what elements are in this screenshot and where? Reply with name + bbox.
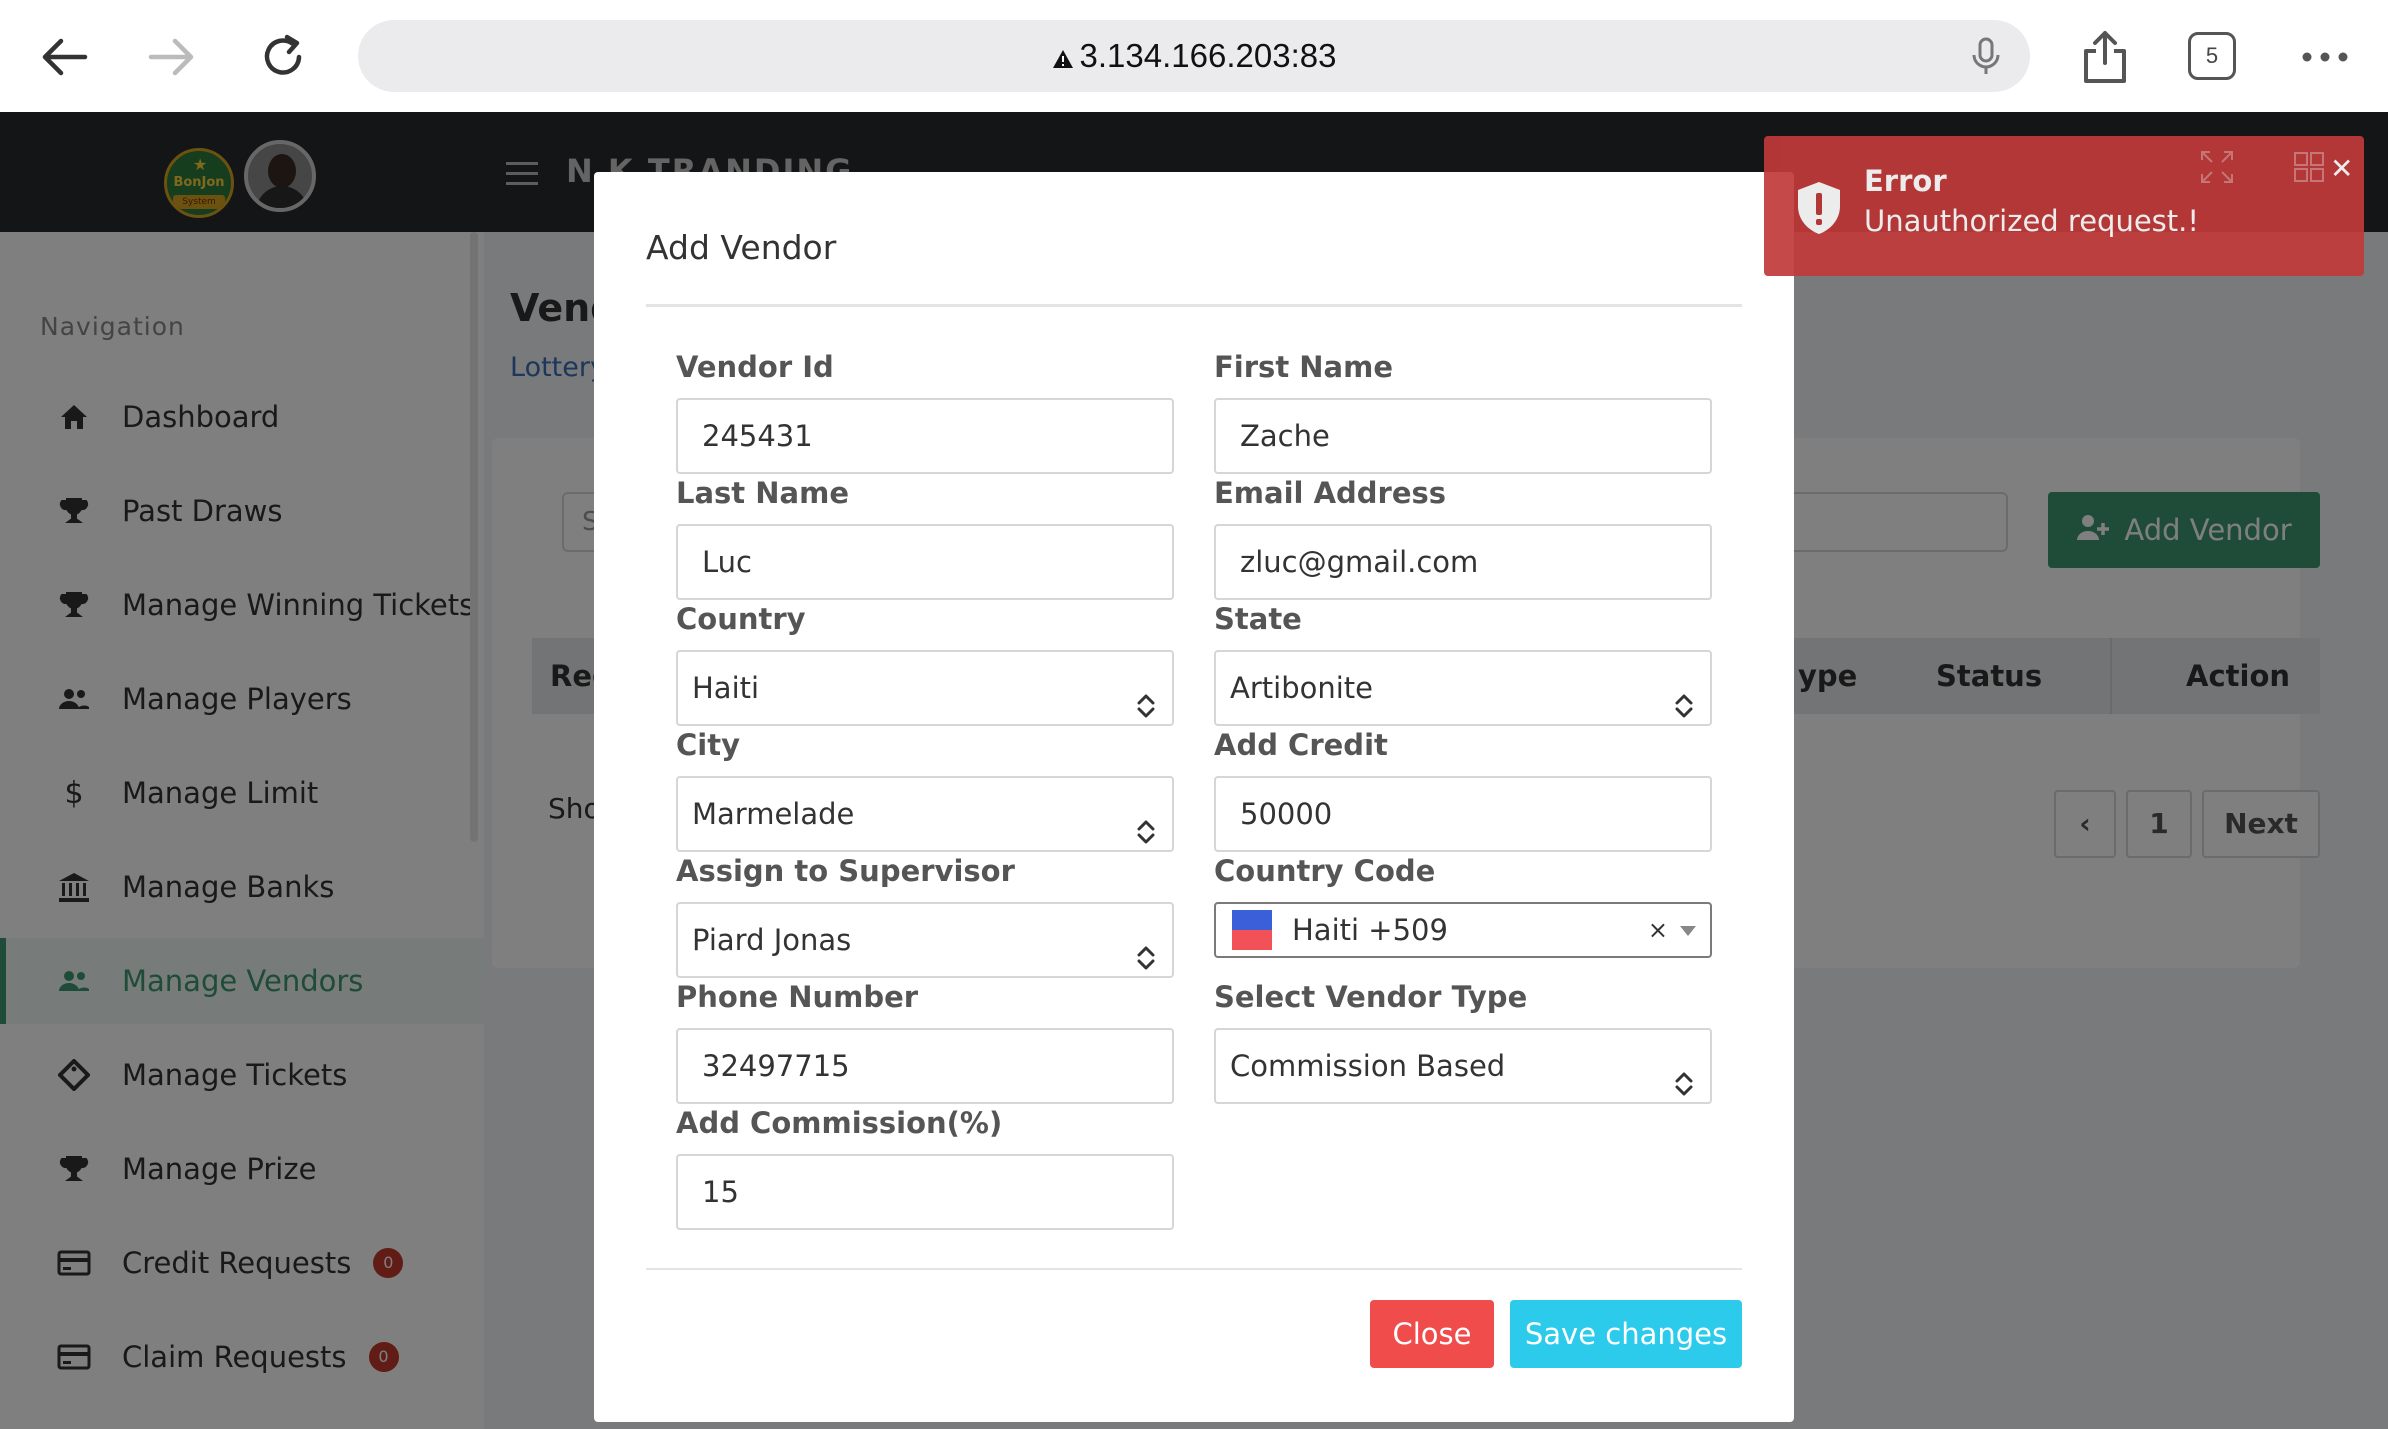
vendor-type-label: Select Vendor Type [1214,980,1528,1014]
country-label: Country [676,602,806,636]
email-input[interactable]: zluc@gmail.com [1214,524,1712,600]
last-name-input[interactable]: Luc [676,524,1174,600]
phone-input[interactable]: 32497715 [676,1028,1174,1104]
toast-title: Error [1864,164,1947,198]
divider [646,304,1742,307]
credit-label: Add Credit [1214,728,1388,762]
add-vendor-modal: Add Vendor Vendor Id 245431 First Name Z… [594,172,1794,1422]
modal-title: Add Vendor [646,228,837,267]
vendor-type-select[interactable]: Commission Based [1214,1028,1712,1104]
chevron-updown-icon [1672,1052,1696,1096]
last-name-label: Last Name [676,476,849,510]
city-select[interactable]: Marmelade [676,776,1174,852]
divider [646,1268,1742,1270]
browser-toolbar: 3.134.166.203:83 5 [0,0,2388,112]
haiti-flag-icon [1232,910,1272,950]
vendor-id-label: Vendor Id [676,350,834,384]
caret-down-icon [1680,926,1696,936]
reload-icon[interactable] [248,22,318,92]
country-code-select[interactable]: Haiti +509 × [1214,902,1712,958]
supervisor-label: Assign to Supervisor [676,854,1015,888]
email-label: Email Address [1214,476,1447,510]
forward-icon[interactable] [138,22,208,92]
chevron-updown-icon [1134,674,1158,718]
country-select[interactable]: Haiti [676,650,1174,726]
tabs-button[interactable]: 5 [2188,32,2236,80]
close-icon[interactable]: ✕ [2330,152,2353,185]
save-button[interactable]: Save changes [1510,1300,1742,1368]
chevron-updown-icon [1134,800,1158,844]
state-label: State [1214,602,1302,636]
grid-icon [2294,152,2324,182]
more-options-icon[interactable] [2290,22,2360,92]
credit-input[interactable]: 50000 [1214,776,1712,852]
country-code-label: Country Code [1214,854,1436,888]
commission-label: Add Commission(%) [676,1106,1003,1140]
back-icon[interactable] [28,22,98,92]
commission-input[interactable]: 15 [676,1154,1174,1230]
error-toast: Error Unauthorized request.! ✕ [1764,136,2364,276]
chevron-updown-icon [1672,674,1696,718]
warning-icon [1052,22,1074,94]
clear-icon[interactable]: × [1648,904,1668,956]
first-name-label: First Name [1214,350,1393,384]
city-label: City [676,728,740,762]
supervisor-select[interactable]: Piard Jonas [676,902,1174,978]
expand-icon [2200,150,2234,184]
phone-label: Phone Number [676,980,919,1014]
address-bar[interactable]: 3.134.166.203:83 [358,20,2030,92]
chevron-updown-icon [1134,926,1158,970]
share-icon[interactable] [2070,22,2140,92]
first-name-input[interactable]: Zache [1214,398,1712,474]
toast-message: Unauthorized request.! [1864,204,2200,238]
microphone-icon[interactable] [1966,36,2006,76]
vendor-id-input[interactable]: 245431 [676,398,1174,474]
state-select[interactable]: Artibonite [1214,650,1712,726]
url-text: 3.134.166.203:83 [1079,37,1337,74]
shield-alert-icon [1794,180,1844,236]
close-button[interactable]: Close [1370,1300,1494,1368]
